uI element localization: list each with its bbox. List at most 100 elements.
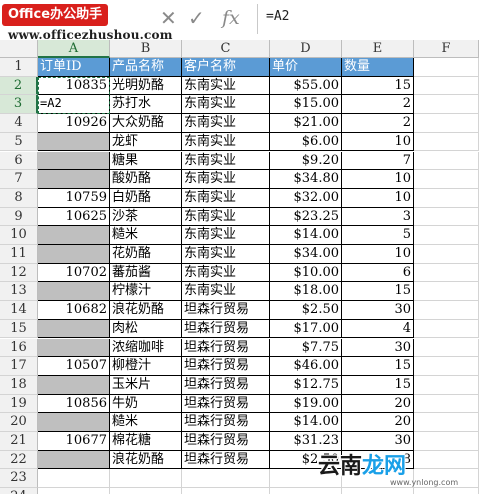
row-header-2[interactable]: 2	[0, 76, 38, 96]
row-header-22[interactable]: 22	[0, 450, 38, 470]
grid-cell[interactable]	[414, 132, 479, 152]
grid-cell[interactable]	[270, 488, 342, 494]
blank-id-cell[interactable]	[38, 282, 110, 302]
order-id-cell[interactable]: =A2	[38, 95, 110, 115]
table-cell[interactable]: 棉花糖	[110, 432, 182, 451]
grid-cell[interactable]	[414, 301, 479, 320]
blank-id-cell[interactable]	[38, 338, 110, 358]
table-cell[interactable]: $34.00	[270, 245, 342, 264]
table-cell[interactable]: 东南实业	[182, 132, 270, 152]
table-cell[interactable]: 坦森行贸易	[182, 319, 270, 339]
table-cell[interactable]: 东南实业	[182, 95, 270, 115]
table-cell[interactable]: $32.00	[270, 188, 342, 208]
row-header-17[interactable]: 17	[0, 357, 38, 376]
table-cell[interactable]: 2	[342, 114, 414, 133]
table-cell[interactable]: 10	[342, 132, 414, 152]
column-header-e[interactable]: E	[342, 40, 414, 58]
table-cell[interactable]: $23.25	[270, 207, 342, 227]
grid-cell[interactable]	[414, 188, 479, 208]
grid-cell[interactable]	[182, 469, 270, 489]
row-header-19[interactable]: 19	[0, 394, 38, 414]
grid-cell[interactable]	[414, 432, 479, 451]
x-icon[interactable]: ✕	[160, 6, 177, 30]
table-cell[interactable]: $34.80	[270, 170, 342, 189]
row-header-1[interactable]: 1	[0, 58, 38, 77]
table-cell[interactable]: 东南实业	[182, 170, 270, 189]
table-cell[interactable]: 糖果	[110, 151, 182, 171]
row-header-20[interactable]: 20	[0, 413, 38, 432]
order-id-cell[interactable]: 10507	[38, 357, 110, 376]
table-cell[interactable]: 柳橙汁	[110, 357, 182, 376]
table-cell[interactable]: 坦森行贸易	[182, 413, 270, 432]
table-cell[interactable]: 大众奶酪	[110, 114, 182, 133]
table-cell[interactable]: 15	[342, 282, 414, 302]
row-header-23[interactable]: 23	[0, 469, 38, 489]
table-cell[interactable]: 肉松	[110, 319, 182, 339]
blank-id-cell[interactable]	[38, 319, 110, 339]
blank-id-cell[interactable]	[38, 245, 110, 264]
formula-input[interactable]: =A2	[266, 9, 289, 24]
table-cell[interactable]: 浪花奶酪	[110, 301, 182, 320]
grid-cell[interactable]	[414, 58, 479, 77]
grid-cell[interactable]	[414, 76, 479, 96]
order-id-cell[interactable]: 10856	[38, 394, 110, 414]
blank-id-cell[interactable]	[38, 151, 110, 171]
select-all-corner[interactable]	[0, 40, 38, 58]
row-header-14[interactable]: 14	[0, 301, 38, 320]
row-header-12[interactable]: 12	[0, 263, 38, 283]
table-cell[interactable]: 龙虾	[110, 132, 182, 152]
table-cell[interactable]: 7	[342, 151, 414, 171]
grid-cell[interactable]	[414, 319, 479, 339]
table-cell[interactable]: 苏打水	[110, 95, 182, 115]
row-header-16[interactable]: 16	[0, 338, 38, 358]
table-cell[interactable]: 2	[342, 95, 414, 115]
grid-cell[interactable]	[342, 488, 414, 494]
row-header-18[interactable]: 18	[0, 375, 38, 395]
grid-cell[interactable]	[182, 488, 270, 494]
table-cell[interactable]: $12.75	[270, 375, 342, 395]
table-cell[interactable]: 坦森行贸易	[182, 338, 270, 358]
table-cell[interactable]: 5	[342, 226, 414, 245]
table-cell[interactable]: 沙茶	[110, 207, 182, 227]
table-cell[interactable]: 坦森行贸易	[182, 394, 270, 414]
table-cell[interactable]: $7.75	[270, 338, 342, 358]
table-cell[interactable]: 东南实业	[182, 282, 270, 302]
grid-cell[interactable]	[414, 394, 479, 414]
blank-id-cell[interactable]	[38, 132, 110, 152]
table-cell[interactable]: $55.00	[270, 76, 342, 96]
table-cell[interactable]: 光明奶酪	[110, 76, 182, 96]
blank-id-cell[interactable]	[38, 413, 110, 432]
table-cell[interactable]: 坦森行贸易	[182, 375, 270, 395]
grid-cell[interactable]	[414, 114, 479, 133]
grid-cell[interactable]	[414, 207, 479, 227]
table-header-cell[interactable]: 数量	[342, 58, 414, 77]
table-cell[interactable]: 东南实业	[182, 151, 270, 171]
table-cell[interactable]: $21.00	[270, 114, 342, 133]
table-cell[interactable]: 东南实业	[182, 226, 270, 245]
row-header-24[interactable]: 24	[0, 488, 38, 494]
blank-id-cell[interactable]	[38, 226, 110, 245]
grid-cell[interactable]	[414, 170, 479, 189]
table-cell[interactable]: $15.00	[270, 95, 342, 115]
grid-cell[interactable]	[414, 375, 479, 395]
column-header-a[interactable]: A	[38, 40, 110, 58]
table-header-cell[interactable]: 客户名称	[182, 58, 270, 77]
table-cell[interactable]: 玉米片	[110, 375, 182, 395]
table-cell[interactable]: $46.00	[270, 357, 342, 376]
order-id-cell[interactable]: 10702	[38, 263, 110, 283]
order-id-cell[interactable]: 10759	[38, 188, 110, 208]
table-cell[interactable]: 东南实业	[182, 245, 270, 264]
order-id-cell[interactable]: 10682	[38, 301, 110, 320]
table-cell[interactable]: 东南实业	[182, 263, 270, 283]
table-cell[interactable]: 坦森行贸易	[182, 301, 270, 320]
table-header-cell[interactable]: 产品名称	[110, 58, 182, 77]
table-cell[interactable]: 坦森行贸易	[182, 432, 270, 451]
row-header-8[interactable]: 8	[0, 188, 38, 208]
grid-cell[interactable]	[414, 282, 479, 302]
table-cell[interactable]: 酸奶酪	[110, 170, 182, 189]
grid-cell[interactable]	[414, 413, 479, 432]
grid-cell[interactable]	[414, 488, 479, 494]
grid-cell[interactable]	[110, 488, 182, 494]
table-cell[interactable]: 30	[342, 338, 414, 358]
column-header-d[interactable]: D	[270, 40, 342, 58]
